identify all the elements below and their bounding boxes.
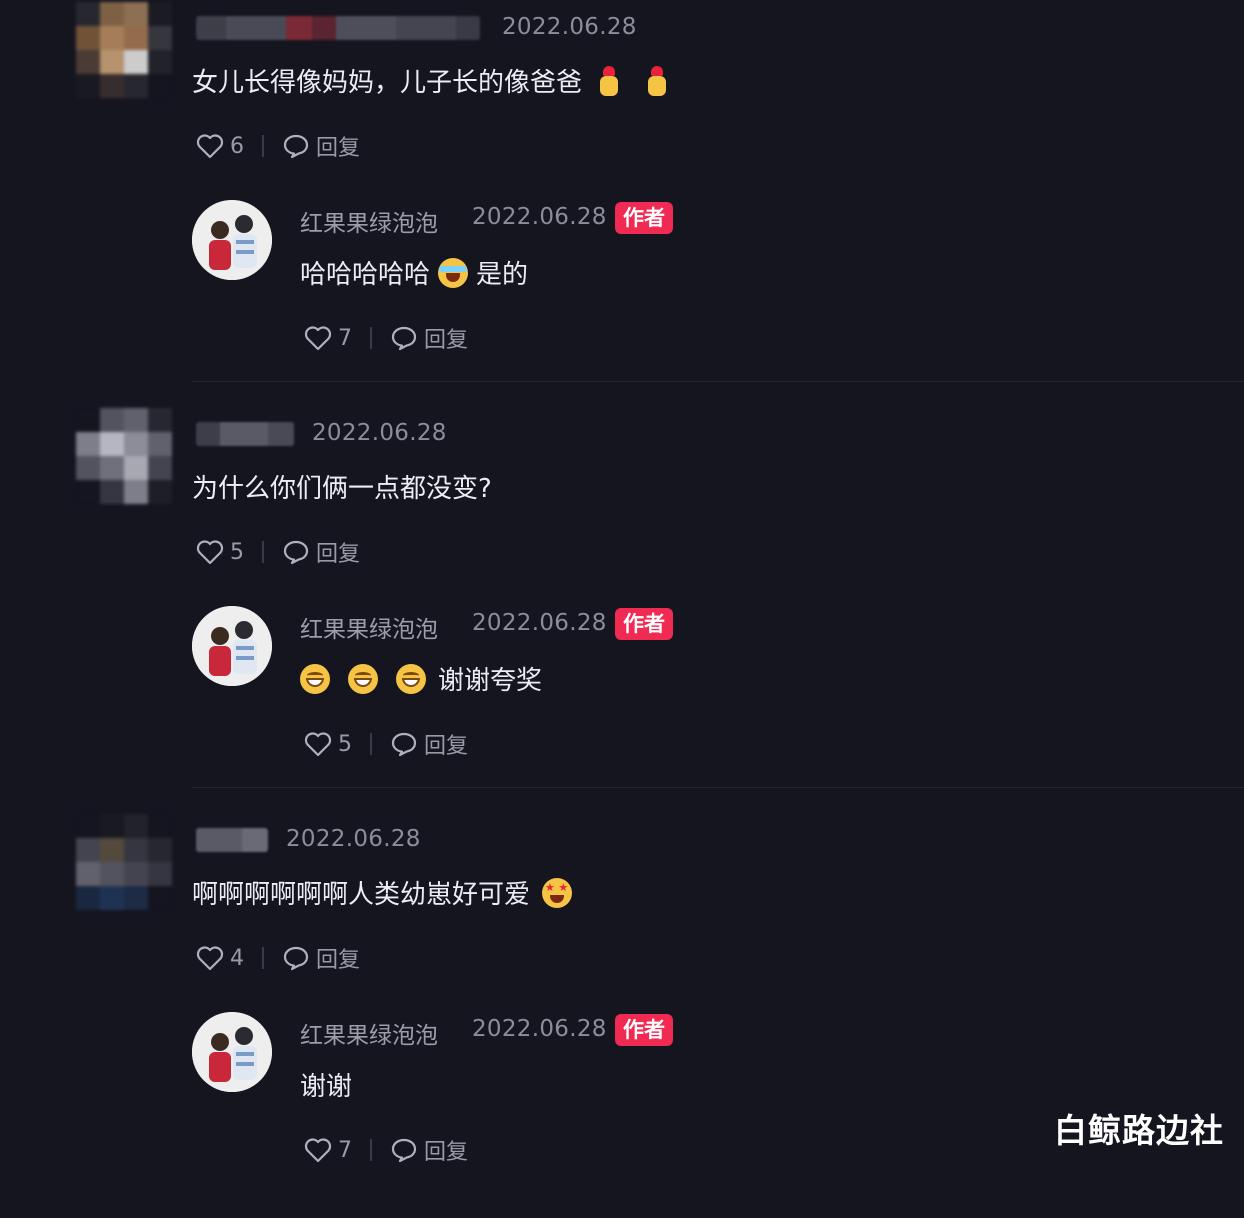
divider (262, 135, 264, 157)
comment-thread-1: 2022.06.28 女儿长得像妈妈，儿子长的像爸爸 6 回复 红果果绿泡泡 2… (0, 0, 1244, 406)
author-avatar[interactable] (192, 200, 272, 280)
author-reply: 红果果绿泡泡 2022.06.28 作者 谢谢夸奖 5 回复 (192, 604, 1092, 774)
speech-bubble-icon[interactable] (390, 1137, 418, 1163)
reply-text-content: 谢谢夸奖 (438, 666, 543, 696)
divider (370, 327, 372, 349)
user-avatar-blurred[interactable] (76, 814, 172, 910)
comment-date: 2022.06.28 (312, 420, 447, 446)
author-badge: 作者 (615, 1014, 673, 1046)
author-badge: 作者 (615, 202, 673, 234)
finger-heart-emoji (598, 65, 620, 96)
comment-actions: 6 回复 (196, 130, 360, 162)
author-avatar[interactable] (192, 1012, 272, 1092)
username-blurred[interactable] (196, 16, 480, 40)
heart-icon[interactable] (304, 1137, 332, 1163)
like-count: 7 (338, 325, 352, 351)
author-avatar[interactable] (192, 606, 272, 686)
reply-text-after: 是的 (476, 260, 529, 290)
heart-icon[interactable] (304, 731, 332, 757)
comment-thread-2: 2022.06.28 为什么你们俩一点都没变? 5 回复 红果果绿泡泡 2022… (0, 406, 1244, 812)
author-reply: 红果果绿泡泡 2022.06.28 作者 哈哈哈哈哈 是的 7 回复 (192, 198, 1092, 368)
author-badge: 作者 (615, 608, 673, 640)
comment-text: 啊啊啊啊啊啊人类幼崽好可爱 (192, 874, 573, 911)
comment-text: 女儿长得像妈妈，儿子长的像爸爸 (192, 62, 678, 99)
speech-bubble-icon[interactable] (282, 945, 310, 971)
grinning-emoji (348, 663, 378, 694)
comment-actions: 5 回复 (196, 536, 360, 568)
heart-icon[interactable] (196, 539, 224, 565)
reply-actions: 7 回复 (304, 1134, 468, 1166)
reply-text: 哈哈哈哈哈 是的 (300, 254, 528, 291)
comment-text-content: 女儿长得像妈妈，儿子长的像爸爸 (192, 68, 583, 98)
username-blurred[interactable] (196, 828, 268, 852)
reply-date: 2022.06.28 (472, 1016, 607, 1042)
tears-of-joy-emoji (438, 257, 469, 288)
comment-date: 2022.06.28 (502, 14, 637, 40)
speech-bubble-icon[interactable] (282, 539, 310, 565)
user-avatar-blurred[interactable] (76, 408, 172, 504)
comment-date: 2022.06.28 (286, 826, 421, 852)
reply-date: 2022.06.28 (472, 204, 607, 230)
author-name[interactable]: 红果果绿泡泡 (300, 204, 438, 238)
divider (262, 541, 264, 563)
heart-icon[interactable] (304, 325, 332, 351)
speech-bubble-icon[interactable] (390, 325, 418, 351)
heart-icon[interactable] (196, 945, 224, 971)
comment-text-content: 啊啊啊啊啊啊人类幼崽好可爱 (192, 880, 531, 910)
reply-button[interactable]: 回复 (424, 322, 468, 354)
thread-divider (192, 381, 1244, 382)
thread-divider (192, 787, 1244, 788)
comment-text: 为什么你们俩一点都没变? (192, 468, 492, 505)
watermark: 白鲸路边社 (1054, 1111, 1224, 1150)
author-name[interactable]: 红果果绿泡泡 (300, 610, 438, 644)
speech-bubble-icon[interactable] (282, 133, 310, 159)
divider (370, 1139, 372, 1161)
speech-bubble-icon[interactable] (390, 731, 418, 757)
reply-actions: 5 回复 (304, 728, 468, 760)
comment-text-content: 为什么你们俩一点都没变? (192, 474, 492, 504)
finger-heart-emoji (646, 65, 668, 96)
divider (262, 947, 264, 969)
reply-button[interactable]: 回复 (424, 728, 468, 760)
comment-actions: 4 回复 (196, 942, 360, 974)
reply-text-content: 谢谢 (300, 1072, 353, 1102)
like-count: 4 (230, 945, 244, 971)
reply-button[interactable]: 回复 (316, 942, 360, 974)
divider (370, 733, 372, 755)
user-avatar-blurred[interactable] (76, 2, 172, 98)
star-struck-emoji (542, 877, 573, 908)
username-blurred[interactable] (196, 422, 294, 446)
like-count: 7 (338, 1137, 352, 1163)
like-count: 6 (230, 133, 244, 159)
author-name[interactable]: 红果果绿泡泡 (300, 1016, 438, 1050)
heart-icon[interactable] (196, 133, 224, 159)
like-count: 5 (338, 731, 352, 757)
comment-thread-3: 2022.06.28 啊啊啊啊啊啊人类幼崽好可爱 4 回复 红果果绿泡泡 (0, 812, 1244, 1218)
reply-text-before: 哈哈哈哈哈 (300, 260, 431, 290)
reply-date: 2022.06.28 (472, 610, 607, 636)
reply-button[interactable]: 回复 (316, 536, 360, 568)
like-count: 5 (230, 539, 244, 565)
reply-text: 谢谢 (300, 1066, 352, 1103)
grinning-emoji (396, 663, 426, 694)
reply-text: 谢谢夸奖 (300, 660, 542, 697)
reply-button[interactable]: 回复 (316, 130, 360, 162)
grinning-emoji (300, 663, 330, 694)
author-reply: 红果果绿泡泡 2022.06.28 作者 谢谢 7 回复 (192, 1010, 1092, 1180)
reply-button[interactable]: 回复 (424, 1134, 468, 1166)
reply-actions: 7 回复 (304, 322, 468, 354)
